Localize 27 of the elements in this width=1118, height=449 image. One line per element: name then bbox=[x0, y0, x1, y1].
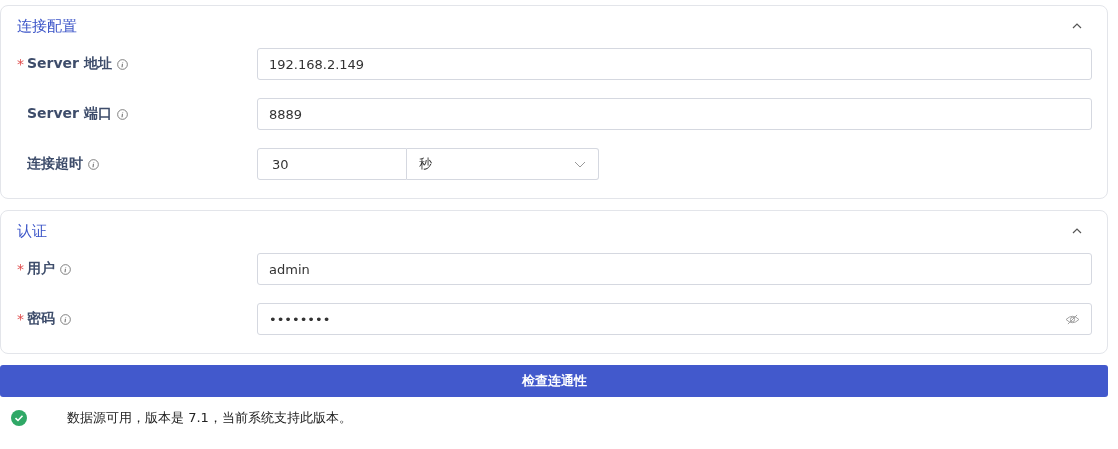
required-mark: * bbox=[17, 311, 25, 327]
status-message: 数据源可用，版本是 7.1，当前系统支持此版本。 bbox=[67, 409, 352, 427]
password-field[interactable]: •••••••• bbox=[257, 303, 1092, 335]
unit-dropdown[interactable]: 秒 bbox=[407, 148, 599, 180]
section-title: 连接配置 bbox=[17, 16, 77, 36]
section-title: 认证 bbox=[17, 221, 47, 241]
required-mark: * bbox=[17, 261, 25, 277]
eye-slash-icon[interactable] bbox=[1065, 313, 1080, 325]
field-label: 密码 bbox=[27, 310, 55, 328]
chevron-down-icon bbox=[574, 160, 586, 168]
info-icon[interactable] bbox=[116, 108, 128, 120]
info-icon[interactable] bbox=[88, 158, 99, 170]
field-label: 连接超时 bbox=[27, 155, 83, 173]
text-field[interactable]: admin bbox=[257, 253, 1092, 285]
collapse-icon[interactable] bbox=[1072, 23, 1082, 29]
field-label: Server 端口 bbox=[27, 105, 112, 123]
info-icon[interactable] bbox=[60, 263, 71, 275]
number-field[interactable]: 30 bbox=[257, 148, 407, 180]
required-mark: * bbox=[17, 56, 25, 72]
info-icon[interactable] bbox=[60, 313, 71, 325]
info-icon[interactable] bbox=[116, 58, 128, 70]
text-field[interactable]: 8889 bbox=[257, 98, 1092, 130]
field-label: 用户 bbox=[27, 260, 55, 278]
text-field[interactable]: 192.168.2.149 bbox=[257, 48, 1092, 80]
collapse-icon[interactable] bbox=[1072, 228, 1082, 234]
check-connectivity-button[interactable]: 检查连通性 bbox=[0, 365, 1108, 397]
field-label: Server 地址 bbox=[27, 55, 112, 73]
